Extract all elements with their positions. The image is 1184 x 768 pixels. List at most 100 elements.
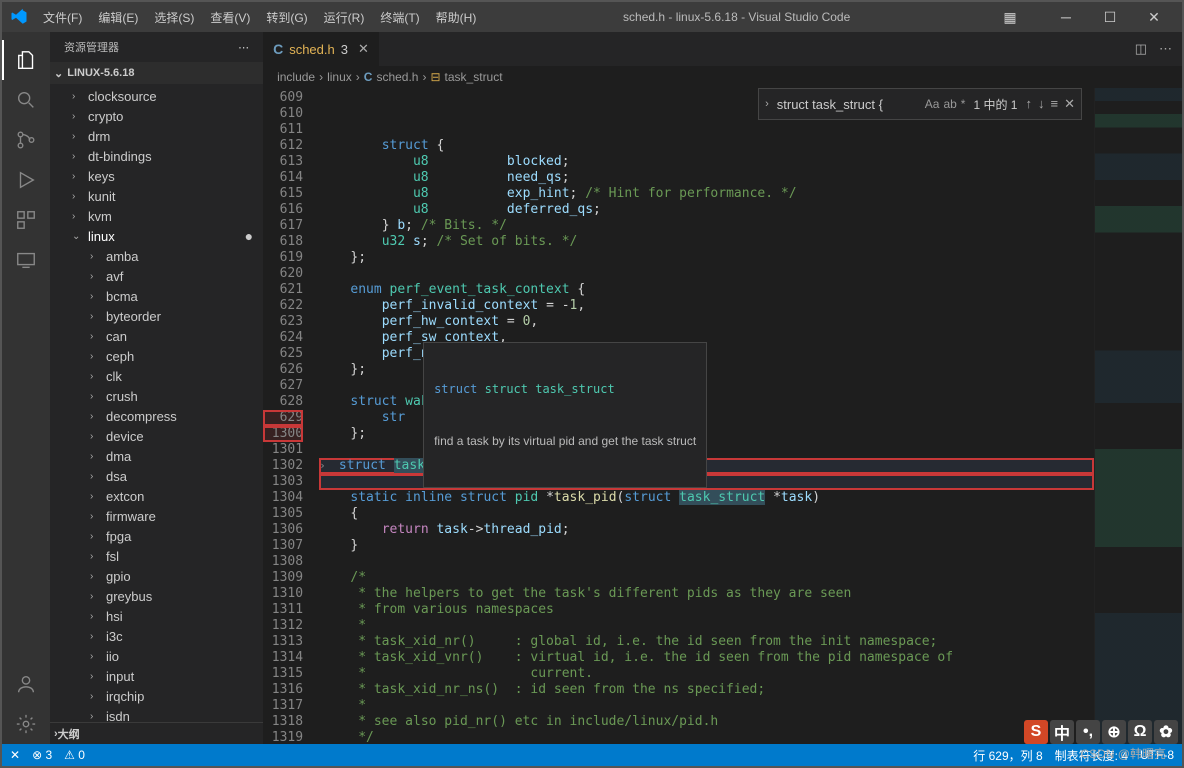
account-icon[interactable] <box>2 664 50 704</box>
tree-item-clocksource[interactable]: ›clocksource <box>50 86 263 106</box>
ime-skin-icon[interactable]: ✿ <box>1154 720 1178 744</box>
tree-item-drm[interactable]: ›drm <box>50 126 263 146</box>
tree-item-avf[interactable]: ›avf <box>50 266 263 286</box>
tab-more-icon[interactable]: ⋯ <box>1159 41 1172 57</box>
find-count: 1 中的 1 <box>973 96 1017 113</box>
tree-item-clk[interactable]: ›clk <box>50 366 263 386</box>
ime-toolbar[interactable]: S 中 •, ⊕ Ω ✿ <box>1024 720 1178 744</box>
tree-item-fsl[interactable]: ›fsl <box>50 546 263 566</box>
tree-item-device[interactable]: ›device <box>50 426 263 446</box>
tree-item-irqchip[interactable]: ›irqchip <box>50 686 263 706</box>
find-toggle-replace-icon[interactable]: › <box>765 98 769 110</box>
tree-item-hsi[interactable]: ›hsi <box>50 606 263 626</box>
remote-icon[interactable] <box>2 240 50 280</box>
source-control-icon[interactable] <box>2 120 50 160</box>
tree-item-firmware[interactable]: ›firmware <box>50 506 263 526</box>
tab-sched[interactable]: C sched.h 3 ✕ <box>263 32 379 66</box>
tab-close-icon[interactable]: ✕ <box>358 41 369 57</box>
code-editor[interactable]: struct { u8 blocked; u8 need_qs; u8 exp_… <box>319 88 1094 744</box>
c-file-icon: C <box>273 41 283 57</box>
tab-filename: sched.h <box>289 42 335 57</box>
maximize-button[interactable]: ☐ <box>1090 9 1130 26</box>
tree-item-isdn[interactable]: ›isdn <box>50 706 263 722</box>
tree-item-bcma[interactable]: ›bcma <box>50 286 263 306</box>
title-bar: 文件(F) 编辑(E) 选择(S) 查看(V) 转到(G) 运行(R) 终端(T… <box>2 2 1182 32</box>
tree-item-iio[interactable]: ›iio <box>50 646 263 666</box>
find-next-icon[interactable]: ↓ <box>1038 96 1045 112</box>
close-button[interactable]: ✕ <box>1134 9 1174 26</box>
menu-selection[interactable]: 选择(S) <box>147 9 201 26</box>
menu-edit[interactable]: 编辑(E) <box>91 9 145 26</box>
tree-item-i3c[interactable]: ›i3c <box>50 626 263 646</box>
window-title: sched.h - linux-5.6.18 - Visual Studio C… <box>483 10 990 24</box>
menu-help[interactable]: 帮助(H) <box>429 9 484 26</box>
tree-item-input[interactable]: ›input <box>50 666 263 686</box>
sidebar-title: 资源管理器 <box>64 39 119 55</box>
menu-run[interactable]: 运行(R) <box>317 9 372 26</box>
minimap[interactable] <box>1094 88 1182 744</box>
tree-item-greybus[interactable]: ›greybus <box>50 586 263 606</box>
tree-item-dma[interactable]: ›dma <box>50 446 263 466</box>
find-case-icon[interactable]: Aa <box>925 97 940 111</box>
file-tree: ›clocksource›crypto›drm›dt-bindings›keys… <box>50 84 263 722</box>
ime-logo-icon[interactable]: S <box>1024 720 1048 744</box>
split-editor-icon[interactable]: ◫ <box>1135 41 1147 57</box>
minimize-button[interactable]: ─ <box>1046 9 1086 25</box>
tree-item-amba[interactable]: ›amba <box>50 246 263 266</box>
tree-item-decompress[interactable]: ›decompress <box>50 406 263 426</box>
explorer-sidebar: 资源管理器 ⋯ ⌄LINUX-5.6.18 ›clocksource›crypt… <box>50 32 263 744</box>
find-selection-icon[interactable]: ≡ <box>1051 96 1059 112</box>
find-regex-icon[interactable]: * <box>961 97 966 111</box>
menu-bar: 文件(F) 编辑(E) 选择(S) 查看(V) 转到(G) 运行(R) 终端(T… <box>36 9 483 26</box>
status-errors[interactable]: ⊗ 3 <box>32 748 52 762</box>
ime-punct-icon[interactable]: •, <box>1076 720 1100 744</box>
settings-icon[interactable] <box>2 704 50 744</box>
menu-view[interactable]: 查看(V) <box>203 9 257 26</box>
find-word-icon[interactable]: ab <box>943 97 956 111</box>
tree-item-ceph[interactable]: ›ceph <box>50 346 263 366</box>
tree-item-crypto[interactable]: ›crypto <box>50 106 263 126</box>
tree-item-dsa[interactable]: ›dsa <box>50 466 263 486</box>
menu-go[interactable]: 转到(G) <box>259 9 314 26</box>
sidebar-more-icon[interactable]: ⋯ <box>238 41 249 54</box>
tree-item-byteorder[interactable]: ›byteorder <box>50 306 263 326</box>
tree-item-linux[interactable]: ⌄linux● <box>50 226 263 246</box>
ime-lang-icon[interactable]: 中 <box>1050 720 1074 744</box>
csdn-watermark: CSDN @韩曙亮 <box>1080 745 1166 762</box>
tree-item-dt-bindings[interactable]: ›dt-bindings <box>50 146 263 166</box>
tree-item-crush[interactable]: ›crush <box>50 386 263 406</box>
status-remote[interactable]: ✕ <box>10 748 20 762</box>
editor-tabs: C sched.h 3 ✕ ◫ ⋯ <box>263 32 1182 66</box>
tree-item-extcon[interactable]: ›extcon <box>50 486 263 506</box>
status-bar: ✕ ⊗ 3 ⚠ 0 行 629，列 8 制表符长度: 4 UTF-8 <box>2 744 1182 766</box>
search-icon[interactable] <box>2 80 50 120</box>
layout-icon[interactable]: ▦ <box>990 9 1030 26</box>
vscode-logo-icon <box>10 8 28 26</box>
run-debug-icon[interactable] <box>2 160 50 200</box>
ime-soft-icon[interactable]: Ω <box>1128 720 1152 744</box>
tree-item-fpga[interactable]: ›fpga <box>50 526 263 546</box>
tree-item-kvm[interactable]: ›kvm <box>50 206 263 226</box>
status-warnings[interactable]: ⚠ 0 <box>64 748 85 762</box>
sidebar-root[interactable]: ⌄LINUX-5.6.18 <box>50 62 263 84</box>
menu-terminal[interactable]: 终端(T) <box>373 9 426 26</box>
tree-item-keys[interactable]: ›keys <box>50 166 263 186</box>
tree-item-kunit[interactable]: ›kunit <box>50 186 263 206</box>
find-close-icon[interactable]: ✕ <box>1064 96 1075 112</box>
find-input[interactable]: struct task_struct { <box>777 97 917 112</box>
find-prev-icon[interactable]: ↑ <box>1026 96 1033 112</box>
status-line-col[interactable]: 行 629，列 8 <box>973 747 1042 764</box>
ime-width-icon[interactable]: ⊕ <box>1102 720 1126 744</box>
tree-item-gpio[interactable]: ›gpio <box>50 566 263 586</box>
find-widget[interactable]: › struct task_struct { Aa ab * 1 中的 1 ↑ … <box>758 88 1082 120</box>
tab-modified-count: 3 <box>341 42 348 57</box>
sidebar-outline[interactable]: ›大纲 <box>50 722 263 744</box>
line-gutter: 6096106116126136146156166176186196206216… <box>263 88 319 744</box>
editor-area: C sched.h 3 ✕ ◫ ⋯ include› linux› Csched… <box>263 32 1182 744</box>
menu-file[interactable]: 文件(F) <box>36 9 89 26</box>
breadcrumb[interactable]: include› linux› Csched.h› ⊟task_struct <box>263 66 1182 88</box>
tree-item-can[interactable]: ›can <box>50 326 263 346</box>
activity-bar <box>2 32 50 744</box>
explorer-icon[interactable] <box>2 40 50 80</box>
extensions-icon[interactable] <box>2 200 50 240</box>
